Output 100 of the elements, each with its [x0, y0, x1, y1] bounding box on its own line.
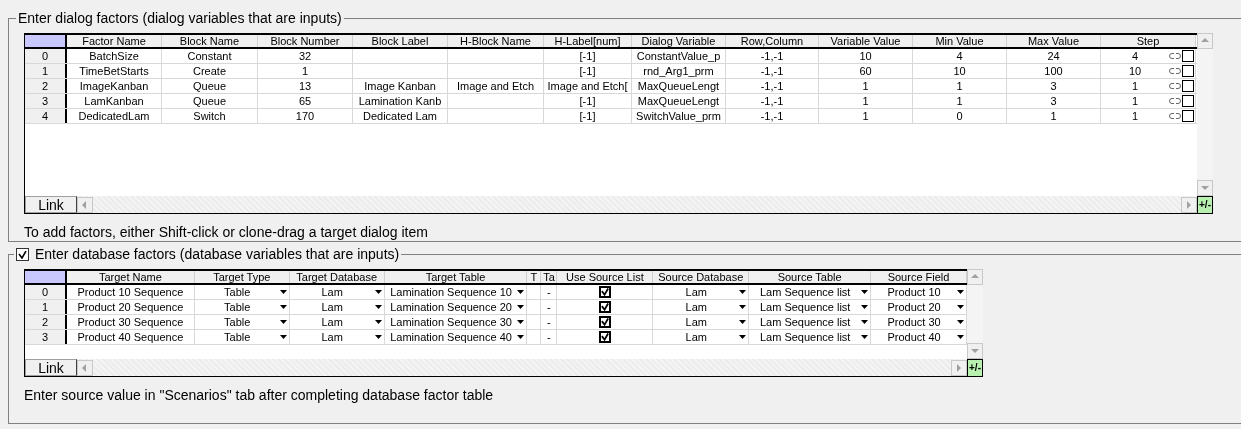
row-header[interactable]: 1 — [25, 300, 67, 314]
row-header[interactable]: 4 — [25, 109, 67, 123]
checkbox[interactable] — [598, 286, 611, 298]
column-header[interactable]: Factor Name — [67, 35, 162, 47]
column-header[interactable]: Variable Value — [819, 35, 913, 47]
dropdown-cell[interactable]: Lam — [653, 300, 740, 314]
row-header[interactable]: 0 — [25, 49, 67, 63]
column-header[interactable]: Target Database — [289, 271, 385, 283]
link-button[interactable]: Link — [25, 359, 77, 376]
checkbox[interactable] — [16, 248, 29, 261]
column-header[interactable]: Target Type — [194, 271, 290, 283]
checkbox[interactable] — [1182, 50, 1194, 62]
row-header[interactable]: 3 — [25, 94, 67, 108]
column-header[interactable]: Source Field — [871, 271, 967, 283]
dropdown-cell[interactable]: Lamination Sequence 40 — [384, 330, 518, 344]
table-cell: 100 — [1044, 65, 1063, 77]
row-header[interactable]: 2 — [25, 79, 67, 93]
dropdown-cell[interactable]: Lam Sequence list — [749, 315, 862, 329]
dropdown-cell[interactable]: Lamination Sequence 10 — [384, 285, 518, 299]
dropdown-cell[interactable]: Table — [194, 300, 280, 314]
dropdown-cell[interactable]: Table — [194, 330, 280, 344]
dropdown-cell[interactable]: Product 30 — [871, 315, 957, 329]
dropdown-cell[interactable]: Table — [194, 315, 280, 329]
checkbox[interactable] — [1182, 95, 1194, 107]
table-cell: 4 — [956, 50, 963, 62]
dropdown-caret-icon[interactable] — [517, 320, 525, 324]
dropdown-caret-icon[interactable] — [861, 305, 869, 309]
column-header[interactable]: H-Label[num] — [544, 35, 632, 47]
dropdown-cell[interactable]: Product 40 — [871, 330, 957, 344]
column-header[interactable]: Block Number — [258, 35, 353, 47]
column-header[interactable]: Target Table — [384, 271, 528, 283]
column-header[interactable]: Min Value — [913, 35, 1007, 47]
dropdown-cell[interactable]: Lam — [653, 285, 740, 299]
column-header[interactable]: Dialog Variable — [632, 35, 726, 47]
column-header[interactable]: Source Database — [653, 271, 750, 283]
column-header[interactable]: H-Block Name — [448, 35, 544, 47]
dropdown-cell[interactable]: Lam — [289, 300, 375, 314]
dropdown-caret-icon[interactable] — [517, 290, 525, 294]
dropdown-cell[interactable]: Lam — [289, 285, 375, 299]
row-header[interactable]: 2 — [25, 315, 67, 329]
dropdown-caret-icon[interactable] — [739, 335, 747, 339]
row-header[interactable]: 0 — [25, 285, 67, 299]
row-header[interactable]: 3 — [25, 330, 67, 344]
column-header[interactable]: T — [527, 271, 542, 283]
dropdown-caret-icon[interactable] — [739, 305, 747, 309]
add-remove-button[interactable]: +/- — [1197, 196, 1213, 214]
column-header[interactable]: Row,Column — [726, 35, 819, 47]
checkbox[interactable] — [1182, 110, 1194, 122]
dropdown-cell[interactable]: Lam Sequence list — [749, 330, 862, 344]
column-header[interactable]: Block Label — [353, 35, 448, 47]
dropdown-caret-icon[interactable] — [739, 290, 747, 294]
table-cell: -1,-1 — [760, 65, 784, 77]
checkbox[interactable] — [598, 316, 611, 328]
column-header[interactable]: Step — [1101, 35, 1196, 47]
dropdown-cell[interactable]: Product 20 — [871, 300, 957, 314]
group-title: Enter dialog factors (dialog variables that are inputs) — [17, 9, 343, 28]
column-header[interactable]: Max Value — [1007, 35, 1101, 47]
row-header[interactable]: 1 — [25, 64, 67, 78]
dropdown-cell[interactable]: Table — [194, 285, 280, 299]
link-button[interactable]: Link — [25, 196, 77, 213]
dropdown-caret-icon[interactable] — [739, 320, 747, 324]
dropdown-caret-icon[interactable] — [861, 335, 869, 339]
column-header[interactable]: Use Source List — [557, 271, 654, 283]
link-icon — [1169, 98, 1181, 104]
table-cell-text: 10 — [1127, 64, 1143, 78]
dropdown-caret-icon[interactable] — [957, 305, 964, 309]
column-header[interactable]: Ta — [541, 271, 558, 283]
dropdown-cell[interactable]: Lamination Sequence 20 — [384, 300, 518, 314]
dropdown-caret-icon[interactable] — [374, 290, 382, 294]
column-header[interactable]: Block Name — [162, 35, 258, 47]
dropdown-caret-icon[interactable] — [374, 305, 382, 309]
dropdown-caret-icon[interactable] — [374, 335, 382, 339]
dropdown-cell[interactable]: Lam — [289, 330, 375, 344]
checkbox[interactable] — [598, 331, 611, 343]
checkbox[interactable] — [1182, 65, 1194, 77]
dropdown-cell[interactable]: Lamination Sequence 30 — [384, 315, 518, 329]
dropdown-cell[interactable]: Lam — [653, 315, 740, 329]
dropdown-caret-icon[interactable] — [374, 320, 382, 324]
add-remove-button[interactable]: +/- — [967, 359, 983, 377]
table-cell: 13 — [298, 80, 312, 92]
dropdown-caret-icon[interactable] — [957, 290, 964, 294]
dropdown-caret-icon[interactable] — [861, 290, 869, 294]
dropdown-caret-icon[interactable] — [957, 335, 964, 339]
dropdown-caret-icon[interactable] — [517, 335, 525, 339]
dropdown-caret-icon[interactable] — [861, 320, 869, 324]
checkbox[interactable] — [598, 301, 611, 313]
dropdown-cell[interactable]: Lam — [653, 330, 740, 344]
dropdown-caret-icon[interactable] — [279, 305, 287, 309]
dropdown-cell[interactable]: Lam — [289, 315, 375, 329]
dropdown-caret-icon[interactable] — [279, 335, 287, 339]
dropdown-caret-icon[interactable] — [517, 305, 525, 309]
dropdown-cell[interactable]: Lam Sequence list — [749, 285, 862, 299]
checkbox[interactable] — [1182, 80, 1194, 92]
dropdown-cell[interactable]: Lam Sequence list — [749, 300, 862, 314]
dropdown-cell[interactable]: Product 10 — [871, 285, 957, 299]
dropdown-caret-icon[interactable] — [957, 320, 964, 324]
column-header[interactable]: Target Name — [66, 271, 195, 283]
dropdown-caret-icon[interactable] — [279, 290, 287, 294]
dropdown-caret-icon[interactable] — [279, 320, 287, 324]
column-header[interactable]: Source Table — [749, 271, 872, 283]
